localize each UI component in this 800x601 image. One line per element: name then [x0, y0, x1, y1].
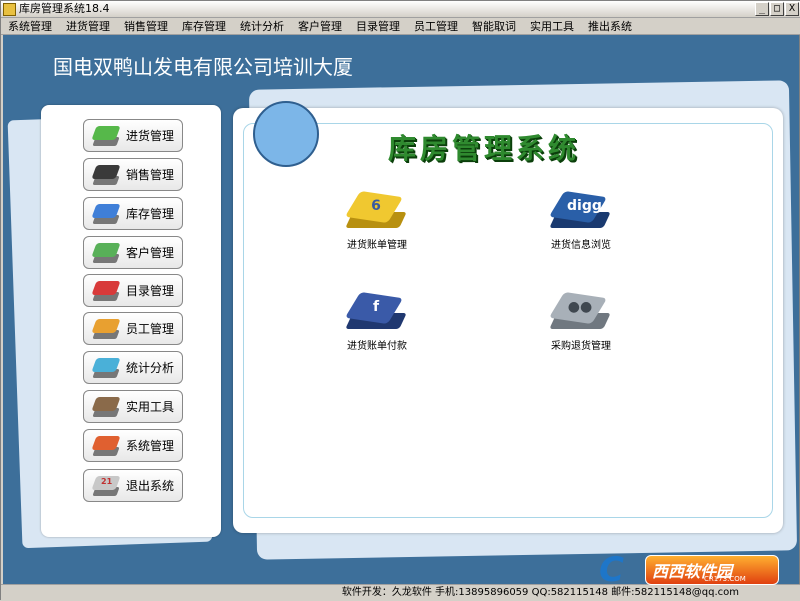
employee-icon	[91, 318, 121, 340]
main-panel	[233, 108, 783, 533]
watermark-logo: C 西西软件园 CR173.COM	[599, 551, 779, 589]
close-button[interactable]: X	[785, 2, 799, 16]
menu-statistics[interactable]: 统计分析	[233, 18, 291, 34]
minimize-button[interactable]: _	[755, 2, 769, 16]
menu-bar: 系统管理 进货管理 销售管理 库存管理 统计分析 客户管理 目录管理 员工管理 …	[1, 18, 800, 35]
app-window: 库房管理系统18.4 _ □ X 系统管理 进货管理 销售管理 库存管理 统计分…	[0, 0, 800, 601]
sidebar-button-7[interactable]: 统计分析	[83, 351, 183, 384]
calendar-glyph: 21	[101, 476, 113, 486]
menu-inventory[interactable]: 库存管理	[175, 18, 233, 34]
watermark-badge: 西西软件园 CR173.COM	[645, 555, 779, 585]
tile-glyph: digg	[567, 198, 602, 214]
sidebar-button-9[interactable]: 系统管理	[83, 429, 183, 462]
feature-tile-2[interactable]: digg 进货信息浏览	[521, 190, 641, 270]
feature-tile-4[interactable]: ●● 采购退货管理	[521, 291, 641, 371]
catalog-icon	[91, 280, 121, 302]
sidebar-button-label: 系统管理	[126, 439, 175, 453]
tile-glyph: 6	[371, 198, 381, 214]
feature-tile-3[interactable]: f 进货账单付款	[317, 291, 437, 371]
watermark-letter: C	[599, 550, 624, 590]
sidebar-button-label: 销售管理	[126, 168, 175, 182]
sidebar-button-3[interactable]: 库存管理	[83, 197, 183, 230]
menu-customer[interactable]: 客户管理	[291, 18, 349, 34]
sidebar-button-1[interactable]: 进货管理	[83, 119, 183, 152]
sales-icon	[91, 164, 121, 186]
tools-icon	[91, 396, 121, 418]
sidebar-button-label: 客户管理	[126, 246, 175, 260]
maximize-button[interactable]: □	[770, 2, 784, 16]
customer-icon	[91, 242, 121, 264]
sidebar-button-2[interactable]: 销售管理	[83, 158, 183, 191]
sidebar-button-10[interactable]: 21 退出系统	[83, 469, 183, 502]
sidebar-button-label: 库存管理	[126, 207, 175, 221]
system-title: 库房管理系统	[388, 132, 581, 165]
title-bar[interactable]: 库房管理系统18.4 _ □ X	[1, 1, 800, 18]
purchase-bill-icon: 6	[344, 190, 407, 236]
stats-icon	[91, 357, 121, 379]
menu-tools[interactable]: 实用工具	[523, 18, 581, 34]
return-icon: ●●	[548, 291, 611, 337]
main-client-area: 国电双鸭山发电有限公司培训大厦 库房管理系统 进货管理销售管理库存管理客户管理目…	[3, 35, 799, 584]
purchase-info-icon: digg	[548, 190, 611, 236]
sidebar-button-label: 统计分析	[126, 361, 175, 375]
tile-label: 进货信息浏览	[551, 240, 611, 251]
menu-sales[interactable]: 销售管理	[117, 18, 175, 34]
calendar-icon: 21	[91, 475, 121, 497]
tile-label: 进货账单付款	[347, 341, 407, 352]
sidebar-button-4[interactable]: 客户管理	[83, 236, 183, 269]
tile-glyph: f	[372, 299, 380, 315]
feature-tile-1[interactable]: 6 进货账单管理	[317, 190, 437, 270]
tile-label: 采购退货管理	[551, 341, 611, 352]
menu-system[interactable]: 系统管理	[1, 18, 59, 34]
menu-catalog[interactable]: 目录管理	[349, 18, 407, 34]
sidebar-button-label: 进货管理	[126, 129, 175, 143]
sidebar-button-label: 实用工具	[126, 400, 175, 414]
sidebar-button-5[interactable]: 目录管理	[83, 274, 183, 307]
system-icon	[91, 435, 121, 457]
company-name: 国电双鸭山发电有限公司培训大厦	[53, 55, 353, 79]
menu-purchase[interactable]: 进货管理	[59, 18, 117, 34]
tile-label: 进货账单管理	[347, 240, 407, 251]
app-icon	[3, 3, 16, 16]
inventory-icon	[91, 203, 121, 225]
decorative-circle	[253, 101, 319, 167]
sidebar-button-label: 目录管理	[126, 284, 175, 298]
sidebar-button-label: 退出系统	[126, 479, 175, 493]
menu-employee[interactable]: 员工管理	[407, 18, 465, 34]
sidebar-button-label: 员工管理	[126, 322, 175, 336]
sidebar-button-6[interactable]: 员工管理	[83, 312, 183, 345]
add-icon	[91, 125, 121, 147]
payment-icon: f	[344, 291, 407, 337]
menu-smart-word[interactable]: 智能取词	[465, 18, 523, 34]
watermark-url: CR173.COM	[704, 575, 746, 583]
menu-exit[interactable]: 推出系统	[581, 18, 639, 34]
tile-glyph: ●●	[567, 299, 593, 315]
window-title: 库房管理系统18.4	[19, 2, 110, 15]
sidebar-button-8[interactable]: 实用工具	[83, 390, 183, 423]
